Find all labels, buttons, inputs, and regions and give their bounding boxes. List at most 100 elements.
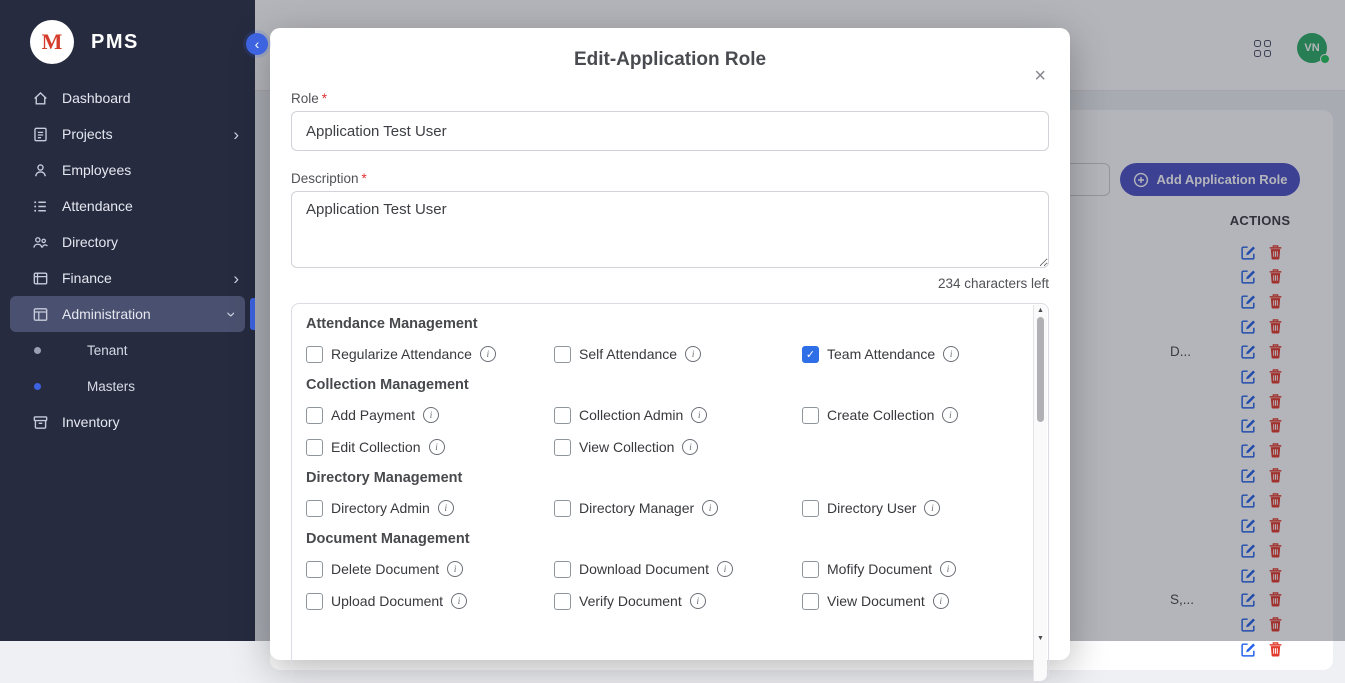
sidebar-item-administration[interactable]: Administration›	[10, 296, 245, 332]
checkbox[interactable]	[554, 500, 571, 517]
checkbox[interactable]	[554, 561, 571, 578]
permission-item-mofify-document: Mofify Document i	[802, 560, 1038, 578]
checkbox[interactable]: ✓	[802, 346, 819, 363]
administration-icon	[32, 306, 49, 323]
role-input[interactable]	[291, 111, 1049, 151]
info-icon[interactable]: i	[924, 500, 940, 516]
checkbox[interactable]	[802, 500, 819, 517]
permission-row: Delete DocumentiDownload DocumentiMofify…	[306, 560, 1018, 578]
pms-logo: M	[30, 20, 74, 64]
description-textarea[interactable]: Application Test User	[291, 191, 1049, 268]
info-icon[interactable]: i	[691, 407, 707, 423]
info-icon[interactable]: i	[717, 561, 733, 577]
permission-item-upload-document: Upload Documenti	[306, 592, 554, 610]
sidebar-subitem-masters[interactable]: Masters	[0, 368, 255, 404]
sidebar-item-label: Directory	[62, 234, 118, 250]
sidebar-item-finance[interactable]: Finance›	[0, 260, 255, 296]
info-icon[interactable]: i	[933, 593, 949, 609]
active-indicator-bar	[250, 298, 255, 330]
edit-icon[interactable]	[1240, 641, 1257, 658]
sidebar-item-label: Projects	[62, 126, 113, 142]
checkbox[interactable]	[802, 561, 819, 578]
characters-left-counter: 234 characters left	[291, 276, 1049, 291]
scrollbar-thumb[interactable]	[1037, 317, 1044, 422]
permission-row: Edit CollectioniView Collectioni	[306, 438, 1018, 456]
sidebar-item-label: Finance	[62, 270, 112, 286]
checkbox[interactable]	[306, 407, 323, 424]
bullet-icon	[34, 383, 41, 390]
info-icon[interactable]: i	[685, 346, 701, 362]
permission-item-team-attendance: ✓ Team Attendance i	[802, 345, 1038, 363]
permission-label: Directory Admin	[331, 500, 430, 516]
sidebar-item-label: Attendance	[62, 198, 133, 214]
permission-label: Team Attendance	[827, 346, 935, 362]
info-icon[interactable]: i	[690, 593, 706, 609]
sidebar-menu: Dashboard Projects › Employees Attendance Dir…	[0, 80, 255, 440]
sidebar-item-directory[interactable]: Directory	[0, 224, 255, 260]
info-icon[interactable]: i	[943, 346, 959, 362]
checkbox[interactable]	[802, 407, 819, 424]
role-label-text: Role	[291, 91, 319, 106]
checkbox[interactable]	[554, 407, 571, 424]
checkbox[interactable]	[554, 346, 571, 363]
info-icon[interactable]: i	[942, 407, 958, 423]
checkbox[interactable]	[306, 500, 323, 517]
checkbox[interactable]	[306, 561, 323, 578]
chevron-right-icon: ›	[233, 126, 239, 143]
permission-item-create-collection: Create Collectioni	[802, 406, 1038, 424]
permission-section-title: Attendance Management	[306, 316, 1018, 332]
checkbox[interactable]	[306, 439, 323, 456]
close-icon[interactable]: ×	[1034, 66, 1046, 86]
table-row	[1170, 640, 1284, 660]
modal-title: Edit-Application Role	[291, 28, 1049, 71]
sidebar-item-label: Dashboard	[62, 90, 131, 106]
info-icon[interactable]: i	[438, 500, 454, 516]
permission-row: Upload DocumentiVerify DocumentiView Doc…	[306, 592, 1018, 610]
description-field-label: Description*	[291, 171, 1049, 186]
permissions-list: Attendance ManagementRegularize Attendan…	[306, 316, 1018, 610]
checkbox[interactable]	[306, 346, 323, 363]
permission-label: Directory Manager	[579, 500, 694, 516]
info-icon[interactable]: i	[451, 593, 467, 609]
permission-item-directory-admin: Directory Admin i	[306, 499, 554, 517]
permissions-panel: Attendance ManagementRegularize Attendan…	[291, 303, 1049, 683]
sidebar-item-inventory[interactable]: Inventory	[0, 404, 255, 440]
description-label-text: Description	[291, 171, 359, 186]
sidebar-item-employees[interactable]: Employees	[0, 152, 255, 188]
info-icon[interactable]: i	[480, 346, 496, 362]
permission-section-title: Directory Management	[306, 470, 1018, 486]
attendance-icon	[32, 198, 49, 215]
info-icon[interactable]: i	[429, 439, 445, 455]
delete-icon[interactable]	[1267, 641, 1284, 658]
permission-label: Collection Admin	[579, 407, 683, 423]
permission-label: View Collection	[579, 439, 674, 455]
sidebar-item-attendance[interactable]: Attendance	[0, 188, 255, 224]
checkbox[interactable]	[306, 593, 323, 610]
checkbox[interactable]	[554, 439, 571, 456]
bullet-icon	[34, 347, 41, 354]
info-icon[interactable]: i	[940, 561, 956, 577]
scroll-up-icon[interactable]: ▲	[1034, 307, 1047, 314]
permission-row: Directory AdminiDirectory ManageriDirect…	[306, 499, 1018, 517]
permission-row: Add PaymentiCollection AdminiCreate Coll…	[306, 406, 1018, 424]
sidebar-collapse-button[interactable]: ‹	[246, 33, 268, 55]
scrollbar-track[interactable]: ▲ ▼	[1033, 305, 1047, 681]
sidebar-item-label: Administration	[62, 306, 151, 322]
info-icon[interactable]: i	[682, 439, 698, 455]
permission-label: Directory User	[827, 500, 916, 516]
checkbox[interactable]	[554, 593, 571, 610]
info-icon[interactable]: i	[423, 407, 439, 423]
permission-label: Mofify Document	[827, 561, 932, 577]
permission-label: Add Payment	[331, 407, 415, 423]
info-icon[interactable]: i	[447, 561, 463, 577]
sidebar-item-projects[interactable]: Projects ›	[0, 116, 255, 152]
checkbox[interactable]	[802, 593, 819, 610]
permission-section: Directory ManagementDirectory AdminiDire…	[306, 470, 1018, 517]
sidebar-item-dashboard[interactable]: Dashboard	[0, 80, 255, 116]
sidebar-subitem-label: Tenant	[87, 343, 128, 358]
sidebar-item-label: Employees	[62, 162, 131, 178]
info-icon[interactable]: i	[702, 500, 718, 516]
sidebar: M PMS DashboardProjects›EmployeesAttenda…	[0, 0, 255, 641]
sidebar-subitem-tenant[interactable]: Tenant	[0, 332, 255, 368]
role-field-label: Role*	[291, 91, 1049, 106]
